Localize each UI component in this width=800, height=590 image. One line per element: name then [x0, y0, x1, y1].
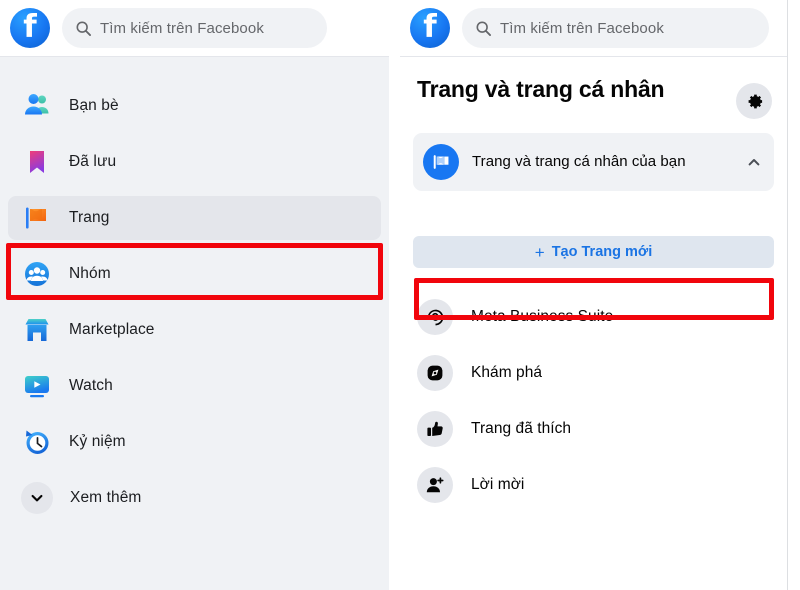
menu-item-kham-pha[interactable]: Khám phá — [413, 350, 774, 396]
left-nav-list: Bạn bè Đã lưu Trang Nhóm Marketplace Wat… — [0, 57, 389, 520]
pages-menu-list: Meta Business Suite Khám phá Trang đã th… — [413, 294, 774, 508]
groups-icon — [25, 262, 49, 286]
sidebar-item-label: Xem thêm — [70, 489, 142, 506]
sidebar-item-nhom[interactable]: Nhóm — [8, 252, 381, 296]
sidebar-item-label: Marketplace — [69, 321, 155, 338]
facebook-pages-screenshot: Tìm kiếm trên Facebook — [0, 0, 800, 590]
search-icon — [76, 21, 91, 36]
sidebar-item-da-luu[interactable]: Đã lưu — [8, 140, 381, 184]
facebook-logo-icon[interactable] — [10, 8, 50, 48]
pages-flag-icon — [26, 207, 46, 229]
menu-item-meta-business-suite[interactable]: Meta Business Suite — [413, 294, 774, 340]
section-divider — [415, 280, 772, 281]
bookmark-icon — [30, 151, 44, 173]
memories-icon — [26, 430, 49, 454]
sidebar-item-label: Bạn bè — [69, 97, 119, 114]
left-panel: Tìm kiếm trên Facebook — [0, 0, 389, 590]
sidebar-item-trang[interactable]: Trang — [8, 196, 381, 240]
compass-icon — [417, 355, 453, 391]
friends-icon — [25, 94, 49, 115]
your-pages-label: Trang và trang cá nhân của bạn — [472, 153, 686, 171]
create-new-page-button[interactable]: + Tạo Trang mới — [413, 236, 774, 268]
meta-icon — [417, 299, 453, 335]
left-top-bar: Tìm kiếm trên Facebook — [0, 0, 389, 57]
sidebar-item-label: Nhóm — [69, 265, 111, 282]
menu-item-trang-da-thich[interactable]: Trang đã thích — [413, 406, 774, 452]
sidebar-item-label: Kỷ niệm — [69, 433, 126, 450]
search-icon — [476, 21, 491, 36]
gear-icon — [748, 94, 762, 108]
menu-item-loi-moi[interactable]: Lời mời — [413, 462, 774, 508]
sidebar-item-label: Trang — [69, 209, 110, 226]
plus-icon: + — [534, 242, 545, 262]
sidebar-item-label: Watch — [69, 377, 113, 394]
search-placeholder: Tìm kiếm trên Facebook — [100, 19, 264, 37]
facebook-logo-icon[interactable] — [410, 8, 450, 48]
menu-item-label: Trang đã thích — [471, 420, 572, 437]
search-input[interactable]: Tìm kiếm trên Facebook — [462, 8, 769, 48]
sidebar-item-ban-be[interactable]: Bạn bè — [8, 84, 381, 128]
search-placeholder: Tìm kiếm trên Facebook — [500, 19, 664, 37]
right-top-bar: Tìm kiếm trên Facebook — [400, 0, 787, 57]
page-title: Trang và trang cá nhân — [417, 76, 665, 102]
panel-header: Trang và trang cá nhân — [413, 69, 774, 119]
person-add-icon — [417, 467, 453, 503]
left-nav-container: Bạn bè Đã lưu Trang Nhóm Marketplace Wat… — [0, 57, 389, 590]
search-input[interactable]: Tìm kiếm trên Facebook — [62, 8, 327, 48]
sidebar-item-label: Đã lưu — [69, 153, 117, 170]
menu-item-label: Meta Business Suite — [471, 308, 614, 325]
pages-panel: Trang và trang cá nhân Trang và trang cá… — [400, 57, 787, 508]
settings-button[interactable] — [736, 83, 772, 119]
thumbs-up-icon — [417, 411, 453, 447]
menu-item-label: Lời mời — [471, 476, 525, 493]
create-new-page-label: Tạo Trang mới — [551, 244, 653, 260]
chevron-down-icon — [21, 482, 53, 514]
watch-icon — [25, 376, 49, 398]
sidebar-item-marketplace[interactable]: Marketplace — [8, 308, 381, 352]
sidebar-item-ky-niem[interactable]: Kỷ niệm — [8, 420, 381, 464]
page-flag-icon — [423, 144, 459, 180]
marketplace-icon — [25, 319, 49, 341]
menu-item-label: Khám phá — [471, 364, 543, 381]
sidebar-item-watch[interactable]: Watch — [8, 364, 381, 408]
sidebar-item-xem-them[interactable]: Xem thêm — [8, 476, 381, 520]
your-pages-row[interactable]: Trang và trang cá nhân của bạn — [413, 133, 774, 191]
chevron-up-icon[interactable] — [746, 154, 762, 170]
right-panel: Tìm kiếm trên Facebook Trang và trang cá… — [400, 0, 788, 590]
